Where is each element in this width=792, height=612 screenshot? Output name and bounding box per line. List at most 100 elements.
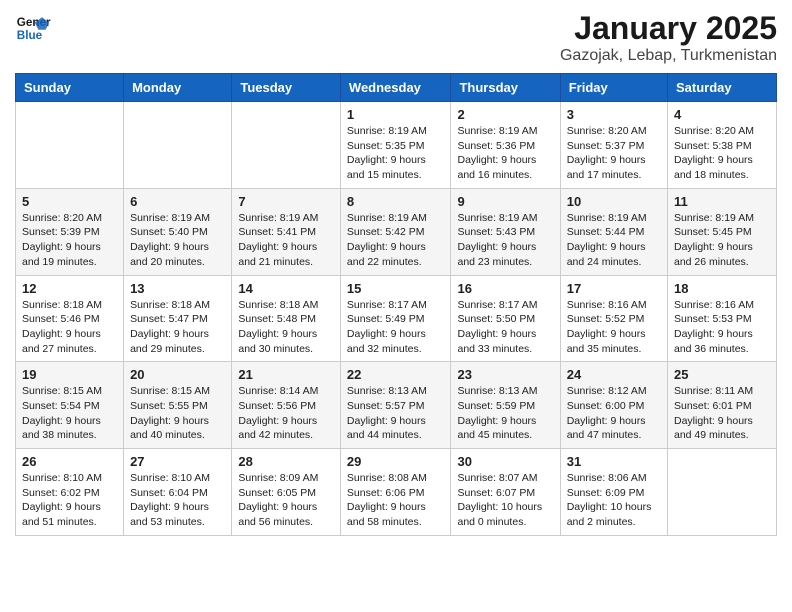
day-info: Sunrise: 8:07 AM Sunset: 6:07 PM Dayligh… — [457, 471, 553, 530]
calendar-cell — [16, 102, 124, 189]
day-number: 15 — [347, 281, 445, 296]
header-thursday: Thursday — [451, 74, 560, 102]
calendar-cell: 7Sunrise: 8:19 AM Sunset: 5:41 PM Daylig… — [232, 188, 341, 275]
day-info: Sunrise: 8:18 AM Sunset: 5:47 PM Dayligh… — [130, 298, 225, 357]
week-row-3: 19 Sunrise: 8:15 AM Sunset: 5:54 PM Dayli… — [16, 362, 777, 449]
calendar-cell: 25 Sunrise: 8:11 AM Sunset: 6:01 PM Dayli… — [668, 362, 777, 449]
calendar: Sunday Monday Tuesday Wednesday Thursday… — [15, 73, 777, 536]
day-number: 18 — [674, 281, 770, 296]
calendar-cell: 6 Sunrise: 8:19 AM Sunset: 5:40 PM Daylig… — [124, 188, 232, 275]
day-number: 9 — [457, 194, 553, 209]
day-number: 20 — [130, 367, 225, 382]
day-info: Sunrise: 8:19 AM Sunset: 5:43 PM Dayligh… — [457, 211, 553, 270]
calendar-cell: 13 Sunrise: 8:18 AM Sunset: 5:47 PM Dayli… — [124, 275, 232, 362]
calendar-cell: 27Sunrise: 8:10 AM Sunset: 6:04 PM Dayli… — [124, 449, 232, 536]
calendar-cell: 16Sunrise: 8:17 AM Sunset: 5:50 PM Dayli… — [451, 275, 560, 362]
day-info: Sunrise: 8:19 AM Sunset: 5:41 PM Dayligh… — [238, 211, 334, 270]
calendar-cell: 11 Sunrise: 8:19 AM Sunset: 5:45 PM Dayli… — [668, 188, 777, 275]
calendar-cell: 21 Sunrise: 8:14 AM Sunset: 5:56 PM Dayli… — [232, 362, 341, 449]
calendar-cell: 28Sunrise: 8:09 AM Sunset: 6:05 PM Dayli… — [232, 449, 341, 536]
day-info: Sunrise: 8:17 AM Sunset: 5:49 PM Dayligh… — [347, 298, 445, 357]
calendar-cell — [232, 102, 341, 189]
calendar-cell: 15 Sunrise: 8:17 AM Sunset: 5:49 PM Dayli… — [340, 275, 451, 362]
day-number: 30 — [457, 454, 553, 469]
day-info: Sunrise: 8:17 AM Sunset: 5:50 PM Dayligh… — [457, 298, 553, 357]
calendar-cell: 23Sunrise: 8:13 AM Sunset: 5:59 PM Dayli… — [451, 362, 560, 449]
calendar-cell: 26 Sunrise: 8:10 AM Sunset: 6:02 PM Dayli… — [16, 449, 124, 536]
day-info: Sunrise: 8:14 AM Sunset: 5:56 PM Dayligh… — [238, 384, 334, 443]
day-info: Sunrise: 8:13 AM Sunset: 5:59 PM Dayligh… — [457, 384, 553, 443]
calendar-cell: 20Sunrise: 8:15 AM Sunset: 5:55 PM Dayli… — [124, 362, 232, 449]
day-info: Sunrise: 8:15 AM Sunset: 5:54 PM Dayligh… — [22, 384, 117, 443]
weekday-row: Sunday Monday Tuesday Wednesday Thursday… — [16, 74, 777, 102]
calendar-cell: 22Sunrise: 8:13 AM Sunset: 5:57 PM Dayli… — [340, 362, 451, 449]
calendar-cell: 24Sunrise: 8:12 AM Sunset: 6:00 PM Dayli… — [560, 362, 667, 449]
header-sunday: Sunday — [16, 74, 124, 102]
header-saturday: Saturday — [668, 74, 777, 102]
calendar-cell — [668, 449, 777, 536]
day-number: 17 — [567, 281, 661, 296]
day-info: Sunrise: 8:19 AM Sunset: 5:44 PM Dayligh… — [567, 211, 661, 270]
svg-text:Blue: Blue — [17, 29, 43, 42]
calendar-cell: 3 Sunrise: 8:20 AM Sunset: 5:37 PM Daylig… — [560, 102, 667, 189]
day-info: Sunrise: 8:20 AM Sunset: 5:39 PM Dayligh… — [22, 211, 117, 270]
day-info: Sunrise: 8:16 AM Sunset: 5:53 PM Dayligh… — [674, 298, 770, 357]
day-number: 3 — [567, 107, 661, 122]
day-number: 11 — [674, 194, 770, 209]
calendar-cell: 31 Sunrise: 8:06 AM Sunset: 6:09 PM Dayli… — [560, 449, 667, 536]
day-number: 10 — [567, 194, 661, 209]
day-info: Sunrise: 8:10 AM Sunset: 6:02 PM Dayligh… — [22, 471, 117, 530]
day-number: 21 — [238, 367, 334, 382]
week-row-4: 26 Sunrise: 8:10 AM Sunset: 6:02 PM Dayli… — [16, 449, 777, 536]
calendar-cell: 4 Sunrise: 8:20 AM Sunset: 5:38 PM Daylig… — [668, 102, 777, 189]
subtitle: Gazojak, Lebap, Turkmenistan — [560, 47, 777, 65]
day-number: 27 — [130, 454, 225, 469]
day-info: Sunrise: 8:11 AM Sunset: 6:01 PM Dayligh… — [674, 384, 770, 443]
day-info: Sunrise: 8:19 AM Sunset: 5:36 PM Dayligh… — [457, 124, 553, 183]
calendar-body: 1 Sunrise: 8:19 AM Sunset: 5:35 PM Daylig… — [16, 102, 777, 536]
day-info: Sunrise: 8:09 AM Sunset: 6:05 PM Dayligh… — [238, 471, 334, 530]
day-number: 4 — [674, 107, 770, 122]
calendar-cell: 17Sunrise: 8:16 AM Sunset: 5:52 PM Dayli… — [560, 275, 667, 362]
day-number: 6 — [130, 194, 225, 209]
day-number: 31 — [567, 454, 661, 469]
day-info: Sunrise: 8:19 AM Sunset: 5:45 PM Dayligh… — [674, 211, 770, 270]
day-info: Sunrise: 8:18 AM Sunset: 5:48 PM Dayligh… — [238, 298, 334, 357]
day-info: Sunrise: 8:19 AM Sunset: 5:42 PM Dayligh… — [347, 211, 445, 270]
day-number: 5 — [22, 194, 117, 209]
day-info: Sunrise: 8:18 AM Sunset: 5:46 PM Dayligh… — [22, 298, 117, 357]
day-number: 25 — [674, 367, 770, 382]
day-info: Sunrise: 8:20 AM Sunset: 5:38 PM Dayligh… — [674, 124, 770, 183]
week-row-0: 1 Sunrise: 8:19 AM Sunset: 5:35 PM Daylig… — [16, 102, 777, 189]
day-info: Sunrise: 8:19 AM Sunset: 5:40 PM Dayligh… — [130, 211, 225, 270]
page: General Blue January 2025 Gazojak, Lebap… — [0, 0, 792, 546]
day-info: Sunrise: 8:12 AM Sunset: 6:00 PM Dayligh… — [567, 384, 661, 443]
day-number: 8 — [347, 194, 445, 209]
calendar-cell — [124, 102, 232, 189]
calendar-cell: 2Sunrise: 8:19 AM Sunset: 5:36 PM Daylig… — [451, 102, 560, 189]
header: General Blue January 2025 Gazojak, Lebap… — [15, 10, 777, 65]
calendar-cell: 19 Sunrise: 8:15 AM Sunset: 5:54 PM Dayli… — [16, 362, 124, 449]
day-number: 22 — [347, 367, 445, 382]
calendar-header: Sunday Monday Tuesday Wednesday Thursday… — [16, 74, 777, 102]
header-friday: Friday — [560, 74, 667, 102]
calendar-cell: 1 Sunrise: 8:19 AM Sunset: 5:35 PM Daylig… — [340, 102, 451, 189]
day-number: 29 — [347, 454, 445, 469]
week-row-1: 5 Sunrise: 8:20 AM Sunset: 5:39 PM Daylig… — [16, 188, 777, 275]
day-info: Sunrise: 8:08 AM Sunset: 6:06 PM Dayligh… — [347, 471, 445, 530]
header-tuesday: Tuesday — [232, 74, 341, 102]
day-number: 19 — [22, 367, 117, 382]
day-number: 26 — [22, 454, 117, 469]
day-number: 1 — [347, 107, 445, 122]
logo: General Blue — [15, 10, 51, 46]
calendar-cell: 14Sunrise: 8:18 AM Sunset: 5:48 PM Dayli… — [232, 275, 341, 362]
main-title: January 2025 — [560, 10, 777, 47]
day-info: Sunrise: 8:06 AM Sunset: 6:09 PM Dayligh… — [567, 471, 661, 530]
day-number: 13 — [130, 281, 225, 296]
header-wednesday: Wednesday — [340, 74, 451, 102]
calendar-cell: 8 Sunrise: 8:19 AM Sunset: 5:42 PM Daylig… — [340, 188, 451, 275]
day-info: Sunrise: 8:19 AM Sunset: 5:35 PM Dayligh… — [347, 124, 445, 183]
calendar-cell: 12Sunrise: 8:18 AM Sunset: 5:46 PM Dayli… — [16, 275, 124, 362]
calendar-cell: 10 Sunrise: 8:19 AM Sunset: 5:44 PM Dayli… — [560, 188, 667, 275]
day-info: Sunrise: 8:20 AM Sunset: 5:37 PM Dayligh… — [567, 124, 661, 183]
